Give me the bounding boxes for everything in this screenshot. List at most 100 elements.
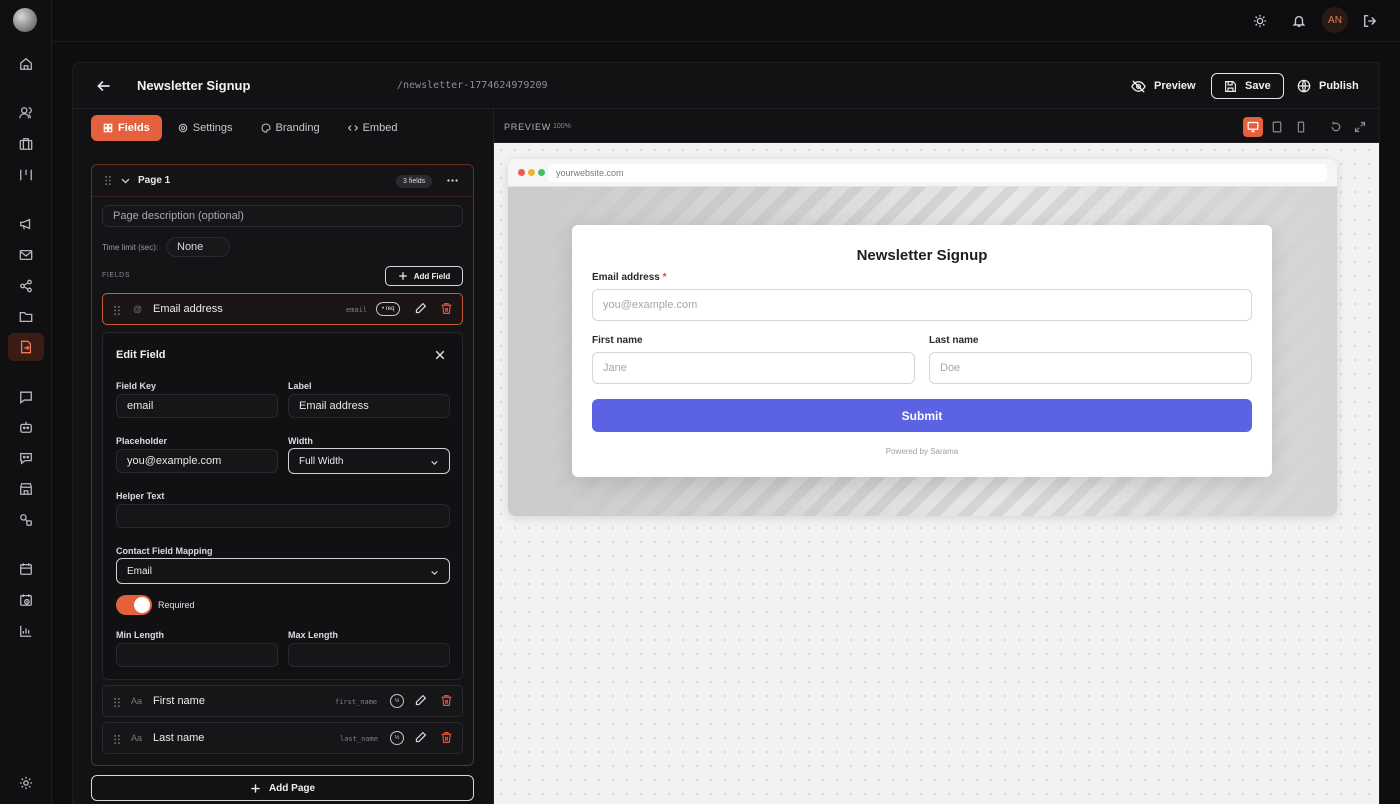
code-icon — [347, 123, 358, 133]
drag-handle-icon[interactable] — [113, 734, 121, 745]
preview-last-name-input[interactable]: Doe — [929, 352, 1252, 384]
more-options-icon[interactable] — [446, 174, 459, 187]
placeholder-input[interactable]: you@example.com — [116, 449, 278, 473]
folder-icon[interactable] — [8, 303, 44, 331]
trash-icon[interactable] — [440, 731, 453, 744]
preview-form-card: Newsletter Signup Email address * you@ex… — [572, 225, 1272, 477]
briefcase-icon[interactable] — [8, 130, 44, 158]
required-label: Required — [158, 600, 195, 610]
calendar-clock-icon[interactable] — [8, 586, 44, 614]
tab-label: Embed — [362, 122, 398, 134]
kanban-icon[interactable] — [8, 161, 44, 189]
width-select[interactable]: Full Width — [288, 448, 450, 474]
min-length-input[interactable] — [116, 643, 278, 667]
desktop-icon[interactable] — [1243, 117, 1263, 137]
toggle-knob — [134, 597, 150, 613]
tab-label: Branding — [275, 122, 320, 134]
analytics-icon[interactable] — [8, 617, 44, 645]
megaphone-icon[interactable] — [8, 210, 44, 238]
gear-icon — [178, 123, 188, 133]
add-page-button[interactable]: Add Page — [91, 775, 474, 801]
trash-icon[interactable] — [440, 302, 453, 315]
max-length-label: Max Length — [288, 630, 339, 640]
tab-branding[interactable]: Branding — [249, 115, 332, 141]
users-icon[interactable] — [8, 99, 44, 127]
sidebar — [0, 0, 52, 804]
mobile-icon[interactable] — [1291, 117, 1311, 137]
preview-submit-button[interactable]: Submit — [592, 399, 1252, 432]
editor-panel: Fields Settings Branding Embed Page 1 3 … — [73, 109, 493, 804]
label-label: Label — [288, 381, 312, 391]
app-logo[interactable] — [13, 8, 37, 32]
powered-by-text: Powered by Sarama — [885, 447, 959, 456]
share-icon[interactable] — [8, 272, 44, 300]
preview-email-label: Email address * — [592, 272, 667, 283]
close-dot — [518, 169, 525, 176]
edit-field-title: Edit Field — [116, 349, 166, 361]
tab-fields[interactable]: Fields — [91, 115, 162, 141]
publish-button[interactable]: Publish — [1297, 73, 1359, 99]
mapping-label: Contact Field Mapping — [116, 546, 213, 556]
page-description-input[interactable]: Page description (optional) — [102, 205, 463, 227]
helper-text-input[interactable] — [116, 504, 450, 528]
max-length-input[interactable] — [288, 643, 450, 667]
page-header: Page 1 3 fields — [92, 165, 473, 197]
preview-label: Preview — [1154, 80, 1196, 92]
mail-icon[interactable] — [8, 241, 44, 269]
store-icon[interactable] — [8, 475, 44, 503]
field-row-last-name[interactable]: Aa Last name last_name ½ — [102, 722, 463, 754]
bell-icon[interactable] — [1287, 9, 1311, 33]
field-key: last_name — [340, 735, 378, 743]
user-avatar[interactable]: AN — [1322, 7, 1348, 33]
add-field-label: Add Field — [413, 271, 451, 281]
theme-sun-icon[interactable] — [1248, 9, 1272, 33]
mapping-select[interactable]: Email — [116, 558, 450, 584]
tab-settings[interactable]: Settings — [166, 115, 245, 141]
integrations-icon[interactable] — [8, 506, 44, 534]
field-key-input[interactable]: email — [116, 394, 278, 418]
chevron-down-icon — [430, 458, 439, 467]
preview-button[interactable]: Preview — [1131, 73, 1196, 99]
chevron-down-icon[interactable] — [120, 175, 131, 186]
pencil-icon[interactable] — [414, 694, 427, 707]
time-limit-input[interactable]: None — [166, 237, 230, 257]
preview-canvas: yourwebsite.com Newsletter Signup Email … — [494, 143, 1379, 804]
expand-icon[interactable] — [1350, 117, 1370, 137]
settings-gear-icon[interactable] — [8, 769, 44, 797]
save-button[interactable]: Save — [1211, 73, 1284, 99]
bot-icon[interactable] — [8, 413, 44, 441]
required-asterisk: * — [662, 272, 667, 283]
close-icon[interactable] — [434, 349, 446, 361]
minimize-dot — [528, 169, 535, 176]
hero-background: Newsletter Signup Email address * you@ex… — [508, 187, 1337, 516]
forms-icon[interactable] — [8, 333, 44, 361]
preview-toolbar: PREVIEW 100% — [494, 109, 1379, 143]
pencil-icon[interactable] — [414, 731, 427, 744]
calendar-icon[interactable] — [8, 555, 44, 583]
bot-chat-icon[interactable] — [8, 444, 44, 472]
drag-handle-icon[interactable] — [113, 697, 121, 708]
field-row-first-name[interactable]: Aa First name first_name ½ — [102, 685, 463, 717]
logout-icon[interactable] — [1358, 9, 1382, 33]
field-key-label: Field Key — [116, 381, 157, 391]
field-row-email[interactable]: @ Email address email • req — [102, 293, 463, 325]
required-toggle[interactable] — [116, 595, 152, 615]
chat-icon[interactable] — [8, 383, 44, 411]
drag-handle-icon[interactable] — [104, 175, 112, 186]
pencil-icon[interactable] — [414, 302, 427, 315]
home-icon[interactable] — [8, 50, 44, 78]
label-input[interactable]: Email address — [288, 394, 450, 418]
preview-first-name-input[interactable]: Jane — [592, 352, 915, 384]
preview-email-input[interactable]: you@example.com — [592, 289, 1252, 321]
add-field-button[interactable]: Add Field — [385, 266, 463, 286]
tablet-icon[interactable] — [1267, 117, 1287, 137]
chevron-down-icon — [430, 568, 439, 577]
drag-handle-icon[interactable] — [113, 305, 121, 316]
refresh-icon[interactable] — [1326, 117, 1346, 137]
back-arrow-icon[interactable] — [95, 77, 113, 95]
tab-embed[interactable]: Embed — [336, 115, 410, 141]
zoom-level: 100% — [553, 123, 571, 130]
field-count-badge: 3 fields — [396, 175, 433, 188]
trash-icon[interactable] — [440, 694, 453, 707]
field-name: Last name — [153, 732, 205, 744]
